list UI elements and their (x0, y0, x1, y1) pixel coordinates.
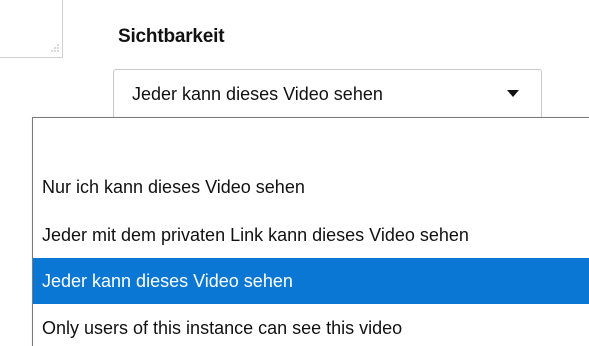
visibility-dropdown-list: Nur ich kann dieses Video sehen Jeder mi… (32, 117, 589, 346)
dropdown-option-everyone[interactable]: Jeder kann dieses Video sehen (33, 258, 589, 304)
textarea-edge[interactable] (0, 0, 63, 58)
visibility-select[interactable]: Jeder kann dieses Video sehen (113, 69, 542, 119)
dropdown-option-instance-users[interactable]: Only users of this instance can see this… (33, 305, 589, 346)
visibility-selected-value: Jeder kann dieses Video sehen (132, 84, 383, 104)
dropdown-option-private-link[interactable]: Jeder mit dem privaten Link kann dieses … (33, 212, 589, 258)
dropdown-option-empty[interactable] (33, 118, 589, 164)
page: Sichtbarkeit Jeder kann dieses Video seh… (0, 0, 589, 346)
visibility-label: Sichtbarkeit (118, 26, 225, 47)
resize-grip-icon[interactable] (49, 44, 59, 54)
chevron-down-icon[interactable] (507, 90, 519, 97)
dropdown-option-only-me[interactable]: Nur ich kann dieses Video sehen (33, 164, 589, 210)
